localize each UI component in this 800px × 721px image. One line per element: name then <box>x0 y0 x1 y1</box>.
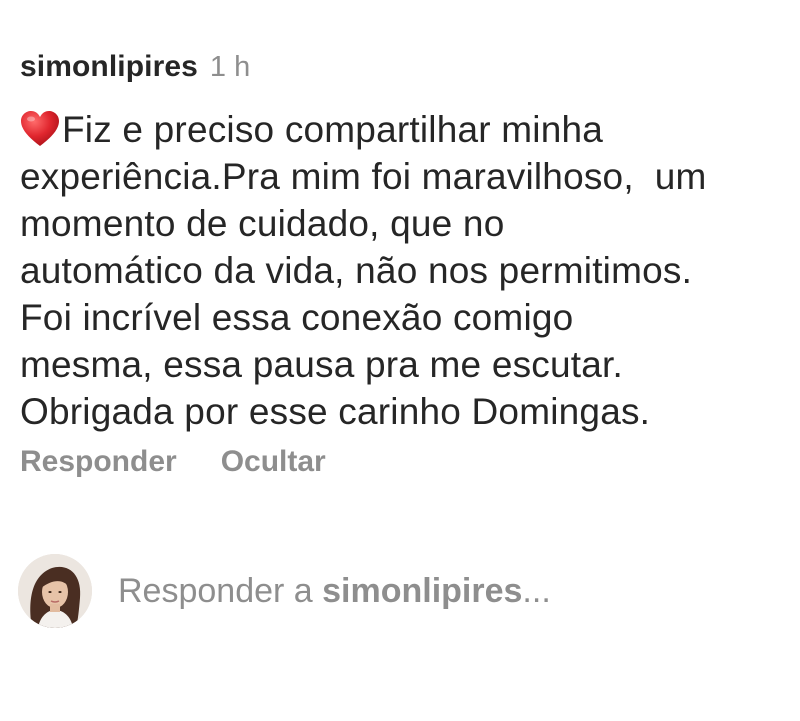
comment-line: automático da vida, não nos permitimos. <box>20 250 693 291</box>
comment-line: Foi incrível essa conexão comigo <box>20 297 574 338</box>
comment-line: momento de cuidado, que no <box>20 203 505 244</box>
comment-timestamp: 1 h <box>209 51 251 83</box>
comment-line: mesma, essa pausa pra me escutar. <box>20 344 623 385</box>
comment-line: Fiz e preciso compartilhar minha <box>20 106 790 153</box>
comment-actions: Responder Ocultar <box>20 445 790 479</box>
comment-line: experiência.Pra mim foi maravilhoso, um <box>20 156 707 197</box>
avatar[interactable] <box>18 554 92 628</box>
heart-icon <box>20 110 60 148</box>
reply-input[interactable]: Responder a simonlipires... <box>118 572 551 611</box>
comment-username[interactable]: simonlipires <box>20 50 198 84</box>
reply-button[interactable]: Responder <box>20 445 177 479</box>
comment-header: simonlipires 1 h <box>20 50 790 96</box>
reply-placeholder-user: simonlipires <box>322 571 523 610</box>
comment-line: Obrigada por esse carinho Domingas. <box>20 391 651 432</box>
reply-bar: Responder a simonlipires... <box>18 553 778 629</box>
comment-line-text: Fiz e preciso compartilhar minha <box>62 109 604 150</box>
comment-text: Fiz e preciso compartilhar minha experiê… <box>20 106 790 435</box>
reply-placeholder-prefix: Responder a <box>118 571 323 610</box>
reply-placeholder-suffix: ... <box>522 571 551 610</box>
comment: simonlipires 1 h Fiz e preciso compartil… <box>20 50 790 479</box>
hide-button[interactable]: Ocultar <box>221 445 326 479</box>
